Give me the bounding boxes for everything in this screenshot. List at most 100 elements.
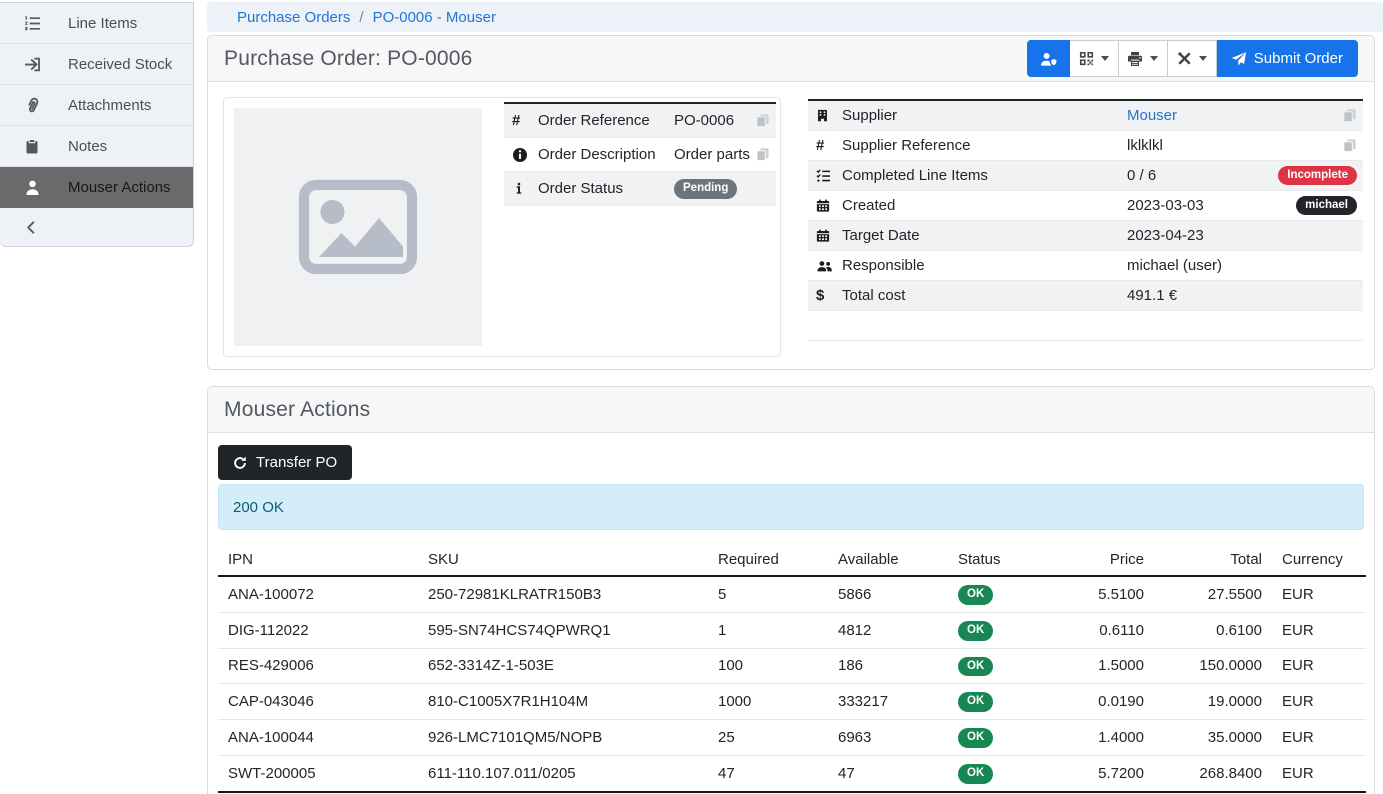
order-permissions-button[interactable] <box>1027 40 1070 77</box>
cell-status: OK <box>948 720 1060 756</box>
cell-required: 47 <box>708 755 828 791</box>
breadcrumb-link-purchase-orders[interactable]: Purchase Orders <box>237 9 350 26</box>
detail-row-completed-line-items: Completed Line Items 0 / 6 Incomplete <box>808 161 1363 191</box>
sidebar-item-notes[interactable]: Notes <box>0 126 193 167</box>
submit-order-button[interactable]: Submit Order <box>1217 40 1358 77</box>
detail-value: michael (user) <box>1127 257 1357 274</box>
order-status-badge: Pending <box>674 179 737 199</box>
cell-sku: 810-C1005X7R1H104M <box>418 684 708 720</box>
detail-label: Target Date <box>842 227 1127 244</box>
cell-status: OK <box>948 684 1060 720</box>
copy-icon[interactable] <box>755 147 770 162</box>
detail-label: Responsible <box>842 257 1127 274</box>
col-header-status: Status <box>948 547 1060 576</box>
status-ok-badge: OK <box>958 621 993 641</box>
copy-icon[interactable] <box>1342 108 1357 123</box>
detail-label: Supplier <box>842 107 1127 124</box>
copy-icon[interactable] <box>1342 138 1357 153</box>
sidebar-item-label: Mouser Actions <box>68 179 171 196</box>
sidebar-item-attachments[interactable]: Attachments <box>0 85 193 126</box>
detail-value: 0 / 6 <box>1127 167 1278 184</box>
detail-row-target-date: Target Date 2023-04-23 <box>808 221 1363 251</box>
cell-total: 19.0000 <box>1154 684 1272 720</box>
detail-label: Order Description <box>538 146 674 163</box>
cell-available: 333217 <box>828 684 948 720</box>
detail-row-empty <box>808 311 1363 341</box>
detail-value: 491.1 € <box>1127 287 1357 304</box>
cell-required: 1000 <box>708 684 828 720</box>
cell-currency: EUR <box>1272 612 1366 648</box>
hashtag-icon: # <box>816 137 842 154</box>
supplier-link[interactable]: Mouser <box>1127 107 1342 124</box>
breadcrumb-link-current-po[interactable]: PO-0006 - Mouser <box>373 9 496 26</box>
copy-icon[interactable] <box>755 113 770 128</box>
image-placeholder-icon <box>297 179 419 275</box>
cell-required: 25 <box>708 720 828 756</box>
order-thumbnail <box>234 108 482 346</box>
cell-sku: 611-110.107.011/0205 <box>418 755 708 791</box>
col-header-ipn: IPN <box>218 547 418 576</box>
cell-sku: 652-3314Z-1-503E <box>418 648 708 684</box>
detail-value: 2023-04-23 <box>1127 227 1357 244</box>
paperclip-icon <box>22 97 42 114</box>
qrcode-icon <box>1079 51 1094 66</box>
barcode-actions-button[interactable] <box>1070 40 1119 77</box>
col-header-total: Total <box>1154 547 1272 576</box>
sidebar-collapse-button[interactable] <box>0 208 193 246</box>
cell-currency: EUR <box>1272 576 1366 612</box>
sidebar-item-received-stock[interactable]: Received Stock <box>0 44 193 85</box>
cell-status: OK <box>948 612 1060 648</box>
cell-price: 1.5000 <box>1060 648 1154 684</box>
cell-status: OK <box>948 648 1060 684</box>
sidebar-item-label: Attachments <box>68 97 151 114</box>
cell-sku: 595-SN74HCS74QPWRQ1 <box>418 612 708 648</box>
user-icon <box>22 179 42 196</box>
order-actions-button[interactable] <box>1168 40 1217 77</box>
cell-sku: 250-72981KLRATR150B3 <box>418 576 708 612</box>
tools-icon <box>1177 51 1192 66</box>
sidebar-item-label: Notes <box>68 138 107 155</box>
detail-row-supplier: Supplier Mouser <box>808 101 1363 131</box>
col-header-required: Required <box>708 547 828 576</box>
cell-required: 5 <box>708 576 828 612</box>
cell-total: 268.8400 <box>1154 755 1272 791</box>
cell-price: 5.7200 <box>1060 755 1154 791</box>
supplier-details-table: Supplier Mouser # Supplier Reference lkl… <box>808 99 1363 341</box>
detail-row-order-reference: # Order Reference PO-0006 <box>504 104 776 138</box>
status-ok-badge: OK <box>958 692 993 712</box>
cell-price: 0.0190 <box>1060 684 1154 720</box>
status-ok-badge: OK <box>958 764 993 784</box>
transfer-po-button[interactable]: Transfer PO <box>218 445 352 480</box>
detail-value: Order parts <box>674 146 755 163</box>
table-row: ANA-100044 926-LMC7101QM5/NOPB 25 6963 O… <box>218 720 1366 756</box>
cell-ipn: DIG-112022 <box>218 612 418 648</box>
cell-ipn: SWT-200005 <box>218 755 418 791</box>
sidebar-item-mouser-actions[interactable]: Mouser Actions <box>0 167 193 208</box>
cell-ipn: CAP-043046 <box>218 684 418 720</box>
sidebar-item-line-items[interactable]: Line Items <box>0 3 193 44</box>
cell-total: 0.6100 <box>1154 612 1272 648</box>
users-icon <box>816 259 842 273</box>
col-header-sku: SKU <box>418 547 708 576</box>
print-actions-button[interactable] <box>1119 40 1168 77</box>
paper-plane-icon <box>1231 51 1247 67</box>
cell-required: 1 <box>708 612 828 648</box>
detail-row-responsible: Responsible michael (user) <box>808 251 1363 281</box>
chevron-down-icon <box>1101 56 1109 61</box>
transfer-po-label: Transfer PO <box>256 454 337 471</box>
dollar-icon: $ <box>816 287 842 304</box>
refresh-icon <box>233 456 247 470</box>
cell-total: 35.0000 <box>1154 720 1272 756</box>
detail-row-total-cost: $ Total cost 491.1 € <box>808 281 1363 311</box>
mouser-actions-panel: Mouser Actions Transfer PO 200 OK IP <box>207 386 1375 794</box>
cell-total: 27.5500 <box>1154 576 1272 612</box>
breadcrumb-separator: / <box>359 9 363 26</box>
sidebar-item-label: Received Stock <box>68 56 172 73</box>
detail-value: Pending <box>674 178 770 199</box>
cell-currency: EUR <box>1272 720 1366 756</box>
detail-row-created: Created 2023-03-03 michael <box>808 191 1363 221</box>
clipboard-icon <box>22 138 42 155</box>
table-row: CAP-043046 810-C1005X7R1H104M 1000 33321… <box>218 684 1366 720</box>
order-toolbar: Submit Order <box>1027 40 1358 77</box>
cell-available: 6963 <box>828 720 948 756</box>
